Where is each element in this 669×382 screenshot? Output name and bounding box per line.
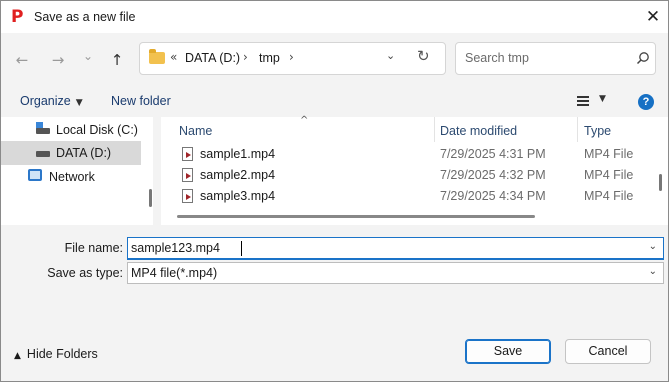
file-name-input[interactable]: sample123.mp4 ⌄ <box>127 237 664 259</box>
app-logo-icon: P <box>11 7 24 27</box>
file-name: sample2.mp4 <box>200 168 276 182</box>
search-placeholder[interactable]: Search tmp <box>465 51 529 65</box>
file-name-value[interactable]: sample123.mp4 <box>131 241 220 255</box>
dialog-footer: ▲ Hide Folders Save Cancel <box>1 325 668 381</box>
file-row[interactable]: sample2.mp4 7/29/2025 4:32 PM MP4 File <box>161 165 661 186</box>
file-name-label: File name: <box>64 241 123 255</box>
title-bar: P Save as a new file ✕ <box>1 1 668 33</box>
organize-chevron-icon: ▼ <box>75 98 83 108</box>
column-divider[interactable] <box>577 117 578 142</box>
video-file-icon <box>182 147 193 161</box>
save-as-type-value[interactable]: MP4 file(*.mp4) <box>131 266 217 280</box>
recent-locations-chevron-icon[interactable]: ⌄ <box>77 45 99 67</box>
save-options: File name: sample123.mp4 ⌄ Save as type:… <box>1 225 668 325</box>
path-overflow-icon[interactable]: « <box>170 50 177 64</box>
save-button[interactable]: Save <box>465 339 551 364</box>
help-icon[interactable]: ? <box>638 94 654 110</box>
video-file-icon <box>182 168 193 182</box>
up-arrow-icon[interactable]: ↑ <box>106 49 128 71</box>
dialog-title: Save as a new file <box>34 10 136 24</box>
file-date: 7/29/2025 4:31 PM <box>440 147 546 161</box>
breadcrumb-separator-icon[interactable]: › <box>289 50 294 64</box>
command-bar: Organize ▼ New folder ▼ ? <box>1 85 668 117</box>
search-icon[interactable] <box>636 51 650 65</box>
organize-label: Organize <box>20 94 71 108</box>
save-as-type-chevron-icon[interactable]: ⌄ <box>649 266 657 277</box>
column-header-date-modified[interactable]: Date modified <box>440 124 517 138</box>
tree-item-data-drive[interactable]: DATA (D:) <box>1 141 141 165</box>
address-history-chevron-icon[interactable]: ⌄ <box>386 49 395 62</box>
file-row[interactable]: sample1.mp4 7/29/2025 4:31 PM MP4 File <box>161 144 661 165</box>
tree-item-label: Local Disk (C:) <box>56 123 138 137</box>
organize-button[interactable]: Organize ▼ <box>20 94 83 108</box>
file-type: MP4 File <box>584 168 634 182</box>
breadcrumb-separator-icon[interactable]: › <box>243 50 248 64</box>
breadcrumb-folder[interactable]: tmp <box>259 51 280 65</box>
folder-icon <box>149 49 165 64</box>
drive-icon <box>36 128 50 134</box>
tree-item-label: DATA (D:) <box>56 146 112 160</box>
navigation-bar: ← → ⌄ ↑ « DATA (D:) › tmp › ⌄ ↻ Search t… <box>1 33 668 85</box>
chevron-up-icon: ▲ <box>14 351 21 361</box>
save-as-type-label: Save as type: <box>47 266 123 280</box>
tree-item-label: Network <box>49 170 95 184</box>
nav-scrollbar-thumb[interactable] <box>149 189 152 207</box>
close-icon[interactable]: ✕ <box>641 5 665 29</box>
search-box[interactable]: Search tmp <box>455 42 656 75</box>
new-folder-button[interactable]: New folder <box>111 94 171 108</box>
breadcrumb-drive[interactable]: DATA (D:) <box>185 51 240 65</box>
file-name-chevron-icon[interactable]: ⌄ <box>649 241 657 252</box>
refresh-icon[interactable]: ↻ <box>417 47 430 65</box>
text-cursor <box>241 241 242 256</box>
view-options-icon[interactable] <box>577 96 589 106</box>
address-bar[interactable]: « DATA (D:) › tmp › ⌄ ↻ <box>139 42 446 75</box>
horizontal-scrollbar-thumb[interactable] <box>177 215 535 218</box>
navigation-pane: Local Disk (C:) DATA (D:) Network <box>1 117 153 225</box>
file-type: MP4 File <box>584 189 634 203</box>
forward-arrow-icon[interactable]: → <box>47 49 69 71</box>
sort-ascending-icon: ^ <box>300 115 309 126</box>
column-divider[interactable] <box>434 117 435 142</box>
tree-item-network[interactable]: Network <box>1 165 141 189</box>
file-name: sample3.mp4 <box>200 189 276 203</box>
file-type: MP4 File <box>584 147 634 161</box>
back-arrow-icon[interactable]: ← <box>11 49 33 71</box>
save-as-type-select[interactable]: MP4 file(*.mp4) ⌄ <box>127 262 664 284</box>
tree-item-local-disk[interactable]: Local Disk (C:) <box>1 118 141 142</box>
file-list: ^ Name Date modified Type sample1.mp4 7/… <box>161 115 668 225</box>
cancel-button[interactable]: Cancel <box>565 339 651 364</box>
file-date: 7/29/2025 4:32 PM <box>440 168 546 182</box>
network-icon <box>28 169 42 181</box>
save-dialog: P Save as a new file ✕ ← → ⌄ ↑ « DATA (D… <box>0 0 669 382</box>
file-name: sample1.mp4 <box>200 147 276 161</box>
hide-folders-button[interactable]: ▲ Hide Folders <box>14 347 98 361</box>
view-chevron-icon[interactable]: ▼ <box>599 94 606 104</box>
column-header-name[interactable]: Name <box>179 124 212 138</box>
file-row[interactable]: sample3.mp4 7/29/2025 4:34 PM MP4 File <box>161 186 661 207</box>
column-header-type[interactable]: Type <box>584 124 611 138</box>
video-file-icon <box>182 189 193 203</box>
drive-icon <box>36 151 50 157</box>
vertical-scrollbar-thumb[interactable] <box>659 174 662 191</box>
hide-folders-label: Hide Folders <box>26 347 98 361</box>
file-date: 7/29/2025 4:34 PM <box>440 189 546 203</box>
